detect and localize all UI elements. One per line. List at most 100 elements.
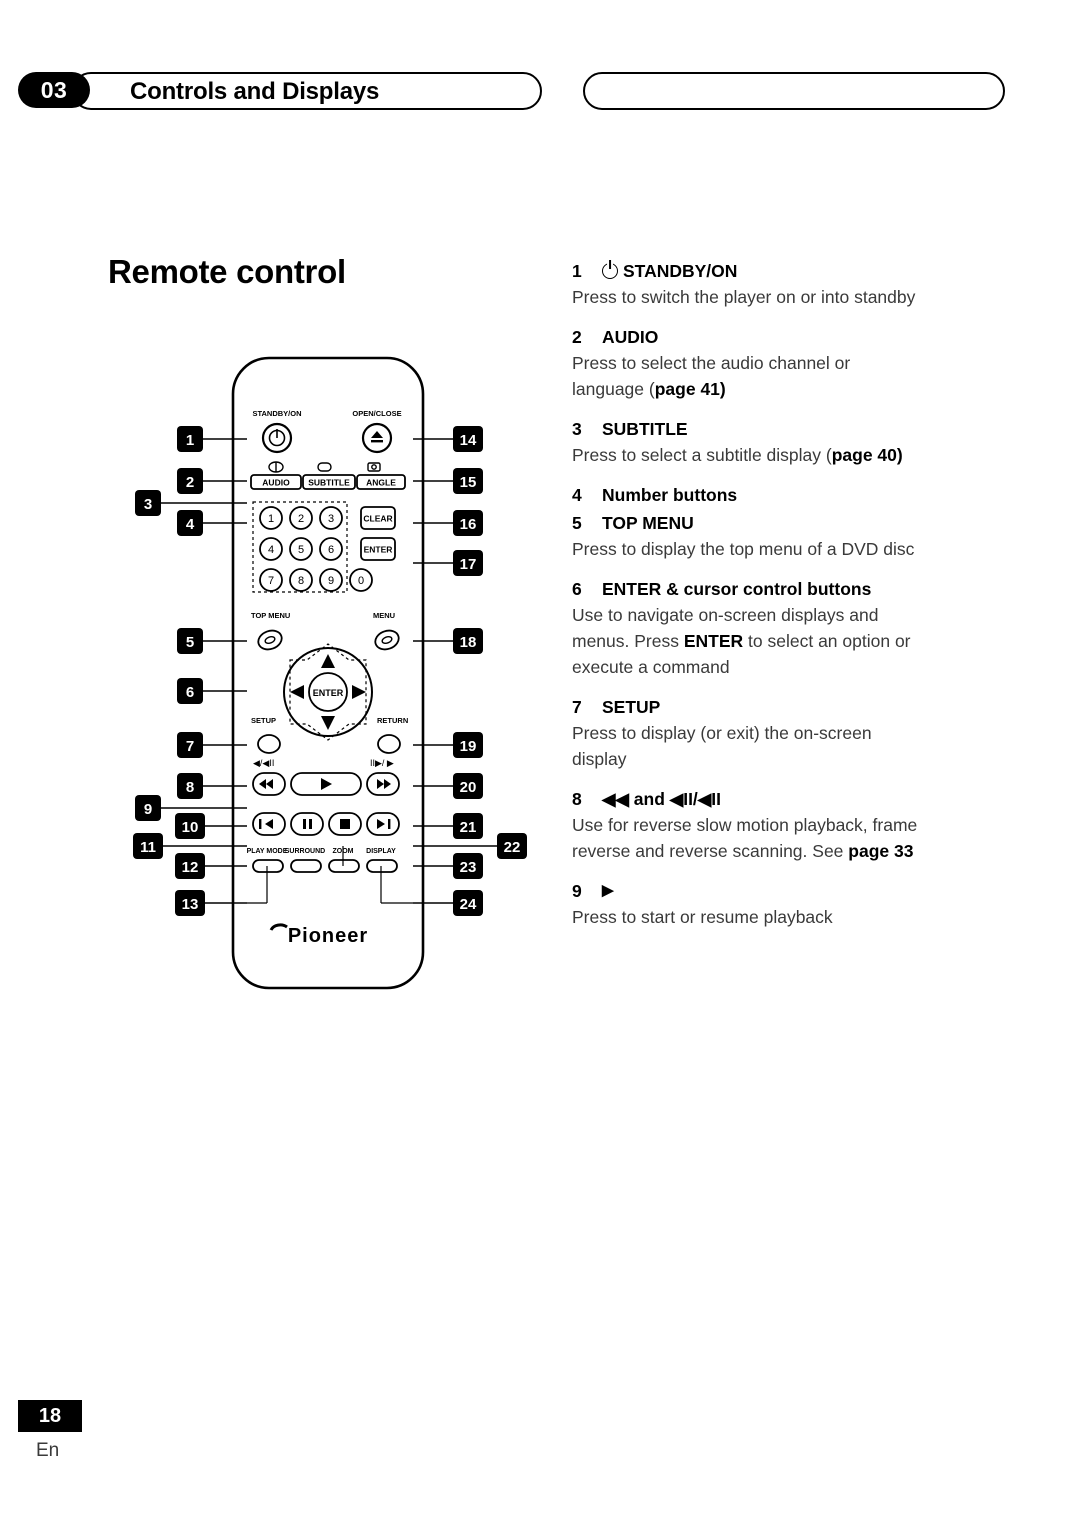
label-surround: SURROUND (285, 848, 325, 855)
svg-text:ANGLE: ANGLE (366, 478, 396, 488)
callout-13: 13 (175, 890, 205, 916)
svg-text:18: 18 (460, 634, 477, 651)
page-ref-41-num: 41) (695, 379, 726, 399)
button-clear[interactable]: CLEAR (360, 506, 396, 530)
legend-item-5: 5 TOP MENU Press to display the top menu… (572, 510, 1012, 562)
callout-18: 18 (453, 628, 483, 654)
legend-body-1: Press to switch the player on or into st… (572, 287, 916, 307)
svg-text:14: 14 (460, 432, 477, 449)
svg-text:9: 9 (144, 801, 152, 818)
button-reverse-scan[interactable] (252, 772, 286, 796)
legend-number-5: 5 (572, 513, 582, 533)
page-ref-33: page (848, 841, 890, 861)
svg-text:23: 23 (460, 859, 477, 876)
page-number-badge: 18 (18, 1400, 82, 1432)
legend-label-4: Number buttons (602, 485, 738, 505)
button-stop[interactable] (328, 812, 362, 836)
cursor-left-icon[interactable] (290, 685, 304, 699)
button-forward-scan[interactable] (366, 772, 400, 796)
button-surround[interactable] (290, 859, 322, 873)
cursor-up-icon[interactable] (321, 654, 335, 668)
svg-text:8: 8 (298, 575, 304, 587)
legend-number-1: 1 (572, 261, 582, 281)
svg-text:ENTER: ENTER (364, 545, 393, 555)
button-pause[interactable] (290, 812, 324, 836)
callout-21: 21 (453, 813, 483, 839)
button-audio[interactable]: AUDIO (250, 474, 302, 490)
label-setup: SETUP (251, 716, 276, 725)
svg-text:16: 16 (460, 516, 477, 533)
callout-4: 4 (177, 510, 203, 536)
callout-5: 5 (177, 628, 203, 654)
callout-6: 6 (177, 678, 203, 704)
legend-body-6-line2c: to select an option or (743, 631, 911, 651)
svg-text:Pioneer: Pioneer (288, 925, 368, 947)
button-previous[interactable] (252, 812, 286, 836)
svg-text:7: 7 (268, 575, 274, 587)
svg-text:21: 21 (460, 819, 477, 836)
button-top-menu[interactable] (256, 627, 285, 652)
svg-text:8: 8 (186, 779, 194, 796)
callout-20: 20 (453, 773, 483, 799)
legend-item-2: 2 AUDIO Press to select the audio channe… (572, 324, 1012, 402)
callout-2: 2 (177, 468, 203, 494)
power-icon (602, 263, 618, 279)
svg-text:24: 24 (460, 896, 477, 913)
svg-text:19: 19 (460, 738, 477, 755)
svg-text:17: 17 (460, 556, 477, 573)
svg-text:SUBTITLE: SUBTITLE (308, 478, 350, 488)
page-ref-41: page (654, 379, 696, 399)
legend-item-3: 3 SUBTITLE Press to select a subtitle di… (572, 416, 1012, 468)
cursor-control-pad[interactable]: ENTER (283, 643, 373, 741)
callout-11: 11 (133, 833, 163, 859)
label-return: RETURN (377, 716, 408, 725)
label-play-mode: PLAY MODE (247, 848, 288, 855)
button-enter-pad[interactable]: ENTER (313, 688, 344, 698)
legend-number-9: 9 (572, 881, 582, 901)
legend-body-7-line1: Press to display (or exit) the on-screen (572, 723, 872, 743)
button-zoom[interactable] (328, 859, 360, 873)
cursor-right-icon[interactable] (352, 685, 366, 699)
page-ref-33-num: 33 (889, 841, 914, 861)
legend-body-8-line1: Use for reverse slow motion playback, fr… (572, 815, 918, 835)
legend-body-8-line2a: reverse and reverse scanning. See (572, 841, 849, 861)
svg-text:12: 12 (182, 859, 199, 876)
legend-body-7-line2: display (572, 749, 627, 769)
svg-text:0: 0 (358, 575, 364, 587)
legend-item-6: 6 ENTER & cursor control buttons Use to … (572, 576, 1012, 680)
button-enter-keypad[interactable]: ENTER (360, 537, 396, 561)
button-subtitle[interactable]: SUBTITLE (302, 474, 356, 490)
remote-illustration: 1 2 3 4 5 6 7 8 9 10 11 12 13 14 15 16 1… (133, 356, 527, 990)
button-menu[interactable] (373, 627, 402, 652)
remote-legend-list: 1 STANDBY/ON Press to switch the player … (572, 258, 1012, 932)
number-buttons[interactable]: 1 2 3 4 5 6 7 8 9 0 (259, 506, 373, 592)
button-angle[interactable]: ANGLE (356, 474, 406, 490)
legend-label-2: AUDIO (602, 327, 659, 347)
label-slow-reverse: ◀/◀II (253, 758, 274, 768)
button-setup[interactable] (257, 734, 281, 754)
svg-text:15: 15 (460, 474, 477, 491)
legend-body-5: Press to display the top menu of a DVD d… (572, 539, 915, 559)
svg-text:6: 6 (328, 544, 334, 556)
header-title: Controls and Displays (130, 78, 380, 105)
svg-text:3: 3 (144, 496, 152, 513)
legend-label-1: STANDBY/ON (623, 261, 738, 281)
button-open-close[interactable] (361, 422, 393, 454)
button-return[interactable] (377, 734, 401, 754)
legend-item-4: 4 Number buttons (572, 482, 1012, 508)
language-code: En (36, 1440, 60, 1461)
svg-text:13: 13 (182, 896, 199, 913)
legend-item-7: 7 SETUP Press to display (or exit) the o… (572, 694, 1012, 772)
legend-body-2-line1: Press to select the audio channel or (572, 353, 851, 373)
button-play[interactable] (290, 772, 362, 796)
button-display[interactable] (366, 859, 398, 873)
svg-text:CLEAR: CLEAR (363, 514, 392, 524)
button-standby-on[interactable] (261, 422, 293, 454)
button-play-mode[interactable] (252, 859, 284, 873)
svg-text:22: 22 (504, 839, 521, 856)
label-display: DISPLAY (366, 848, 396, 855)
svg-text:10: 10 (182, 819, 199, 836)
legend-item-1: 1 STANDBY/ON Press to switch the player … (572, 258, 1012, 310)
button-next[interactable] (366, 812, 400, 836)
cursor-down-icon[interactable] (321, 716, 335, 730)
